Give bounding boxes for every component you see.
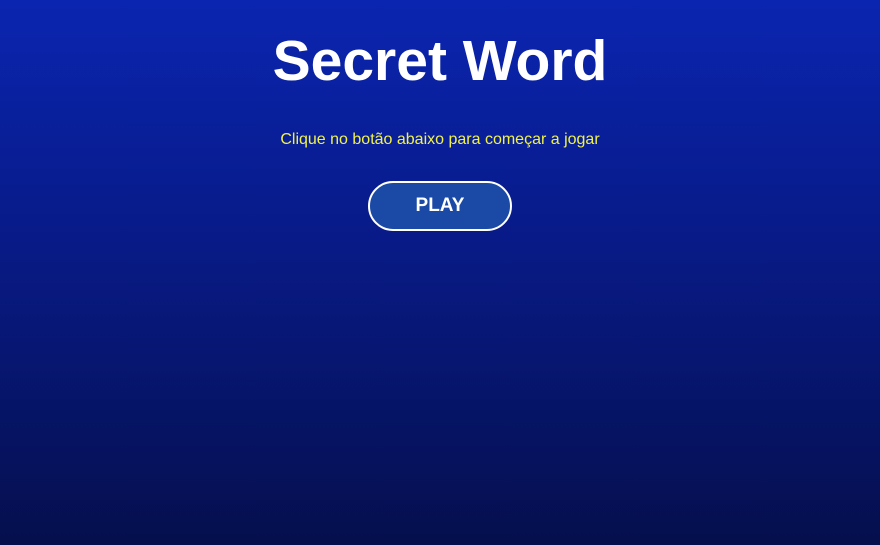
game-title: Secret Word [272,29,608,93]
start-screen: Secret Word Clique no botão abaixo para … [0,0,880,545]
start-instructions: Clique no botão abaixo para começar a jo… [280,131,600,148]
play-button[interactable]: PLAY [368,181,512,231]
